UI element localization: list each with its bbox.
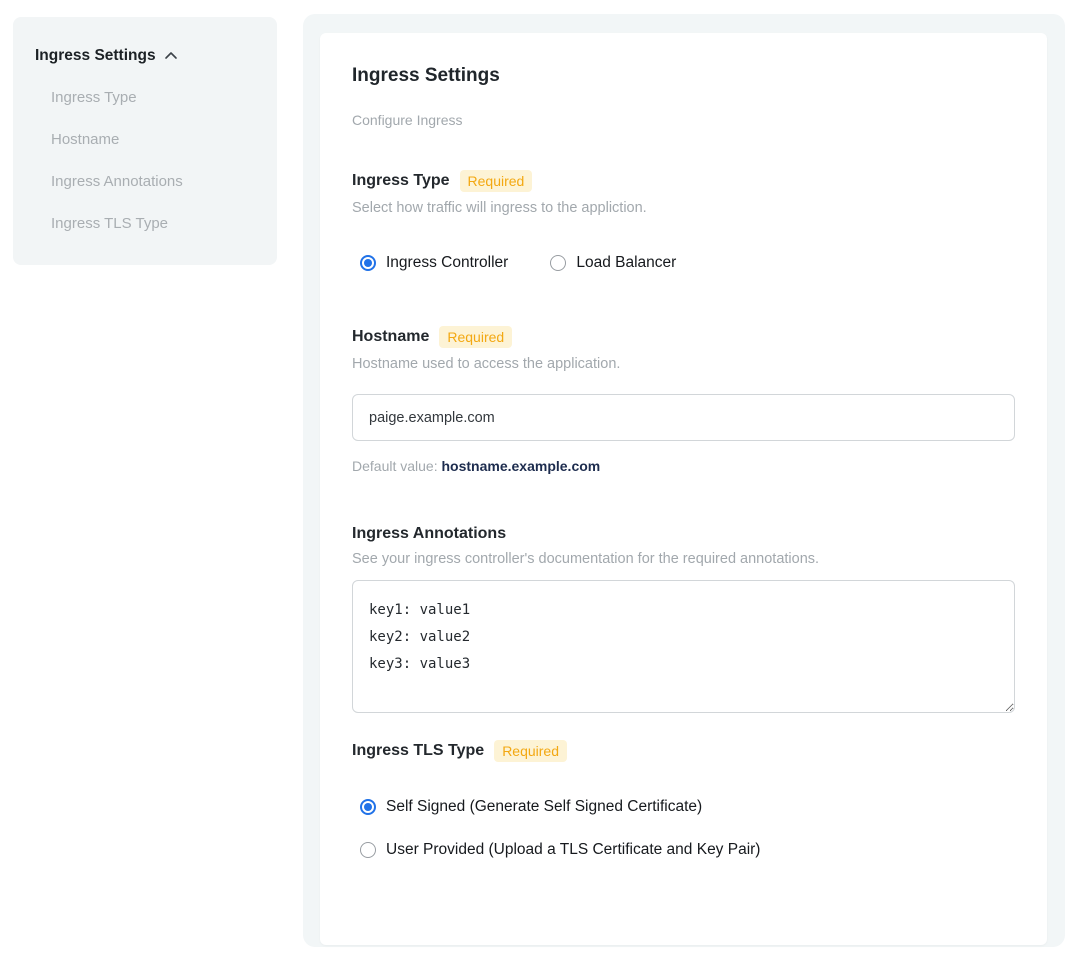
sidebar-item-ingress-tls-type[interactable]: Ingress TLS Type (51, 215, 255, 233)
required-badge: Required (439, 326, 512, 348)
main-panel: Ingress Settings Configure Ingress Ingre… (303, 14, 1065, 947)
sidebar-item-list: Ingress Type Hostname Ingress Annotation… (35, 89, 255, 233)
section-title-ingress-type: Ingress Type (352, 172, 450, 190)
radio-option-ingress-controller[interactable]: Ingress Controller (352, 254, 508, 272)
radio-icon-self-signed[interactable] (360, 799, 376, 815)
chevron-up-icon (164, 49, 178, 63)
radio-option-load-balancer[interactable]: Load Balancer (542, 254, 676, 272)
section-title-ingress-annotations: Ingress Annotations (352, 525, 506, 543)
section-ingress-type: Ingress Type Required Select how traffic… (352, 170, 1015, 272)
section-title-hostname: Hostname (352, 328, 429, 346)
sidebar-section-label: Ingress Settings (35, 47, 156, 65)
section-title-ingress-tls-type: Ingress TLS Type (352, 742, 484, 760)
radio-label-load-balancer: Load Balancer (576, 254, 676, 272)
radio-icon-load-balancer[interactable] (550, 255, 566, 271)
page-title: Ingress Settings (352, 65, 1015, 87)
section-desc-ingress-annotations: See your ingress controller's documentat… (352, 551, 1015, 567)
default-value-prefix: Default value: (352, 458, 442, 474)
section-desc-ingress-type: Select how traffic will ingress to the a… (352, 200, 1015, 216)
radio-label-self-signed: Self Signed (Generate Self Signed Certif… (386, 798, 702, 816)
hostname-default-line: Default value: hostname.example.com (352, 458, 1015, 474)
sidebar-item-ingress-annotations[interactable]: Ingress Annotations (51, 173, 255, 191)
radio-icon-user-provided[interactable] (360, 842, 376, 858)
radio-label-ingress-controller: Ingress Controller (386, 254, 508, 272)
sidebar-section-ingress-settings[interactable]: Ingress Settings (35, 47, 255, 65)
default-value-text: hostname.example.com (442, 458, 601, 474)
radio-option-self-signed[interactable]: Self Signed (Generate Self Signed Certif… (352, 798, 1015, 816)
required-badge: Required (494, 740, 567, 762)
section-ingress-annotations: Ingress Annotations See your ingress con… (352, 525, 1015, 718)
ingress-settings-card: Ingress Settings Configure Ingress Ingre… (320, 33, 1047, 945)
section-desc-hostname: Hostname used to access the application. (352, 356, 1015, 372)
section-hostname: Hostname Required Hostname used to acces… (352, 326, 1015, 474)
required-badge: Required (460, 170, 533, 192)
radio-option-user-provided[interactable]: User Provided (Upload a TLS Certificate … (352, 841, 1015, 859)
sidebar-item-ingress-type[interactable]: Ingress Type (51, 89, 255, 107)
radio-label-user-provided: User Provided (Upload a TLS Certificate … (386, 841, 760, 859)
settings-sidebar: Ingress Settings Ingress Type Hostname I… (13, 17, 277, 265)
section-ingress-tls-type: Ingress TLS Type Required Self Signed (G… (352, 740, 1015, 859)
ingress-type-radio-group: Ingress Controller Load Balancer (352, 254, 1015, 272)
sidebar-item-hostname[interactable]: Hostname (51, 131, 255, 149)
radio-icon-ingress-controller[interactable] (360, 255, 376, 271)
hostname-input[interactable] (352, 394, 1015, 441)
page-subtitle: Configure Ingress (352, 112, 1015, 128)
ingress-annotations-textarea[interactable]: key1: value1 key2: value2 key3: value3 (352, 580, 1015, 713)
